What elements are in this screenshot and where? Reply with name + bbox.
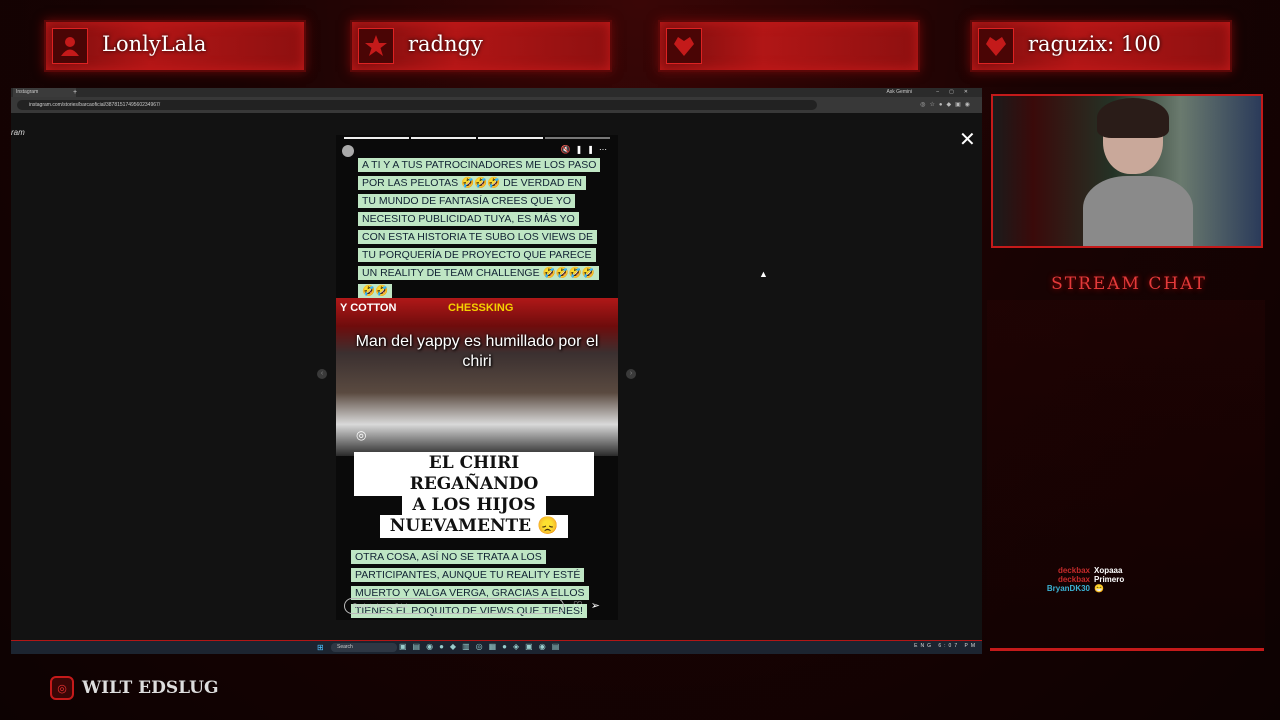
system-tray[interactable]: ENG 6:07 PM [914, 643, 978, 649]
story-progress [344, 137, 610, 139]
story-viewer[interactable]: 🔇❚❚⋯ A TI Y A TUS PATROCINADORES ME LOS … [336, 135, 618, 620]
chat-message: deckbax Primero [1057, 575, 1125, 584]
story-controls[interactable]: 🔇❚❚⋯ [561, 145, 612, 154]
clock: 6:07 PM [938, 643, 978, 649]
alert-name: radngy [408, 32, 483, 56]
chat-title: STREAM CHAT [1051, 274, 1207, 294]
chat-messages: deckbax Xopaaa deckbax Primero BryanDK30 😁 [1034, 566, 1124, 593]
progress-segment [545, 137, 610, 139]
taskbar-apps[interactable]: ▣▤◉●◆▥◎▦●◈▣◉▤ [399, 642, 565, 651]
reply-input[interactable]: Reply to barcaoficial... [344, 598, 564, 614]
photo-sign: Y COTTON [340, 302, 397, 314]
story-text-top: A TI Y A TUS PATROCINADORES ME LOS PASO … [358, 155, 601, 299]
alert-name: LonlyLala [102, 32, 207, 56]
photo-caption: Man del yappy es humillado por el chiri [355, 333, 599, 370]
story-photo: Y COTTON CHESSKING Man del yappy es humi… [336, 298, 618, 456]
chat-panel [987, 300, 1265, 648]
taskbar-search[interactable]: Search [331, 643, 397, 652]
browser-window: Instagram + Ask Gemini –▢✕ instagram.com… [11, 88, 982, 654]
chat-message: deckbax Xopaaa [1057, 566, 1123, 575]
alert-banner-1: LonlyLala [44, 20, 306, 72]
ask-gemini-button[interactable]: Ask Gemini [886, 88, 912, 97]
extension-icons[interactable]: ◎☆●◆▣◉ [920, 101, 974, 108]
photo-sign: CHESSKING [448, 302, 514, 314]
taskbar: ⊞ Search ▣▤◉●◆▥◎▦●◈▣◉▤ ENG 6:07 PM [11, 640, 982, 654]
brand: ◎ WILT EDSLUG [50, 676, 219, 700]
alert-banner-4: raguzix: 100 [970, 20, 1232, 72]
window-controls[interactable]: –▢✕ [936, 88, 978, 97]
instagram-icon: ◎ [356, 428, 367, 442]
story-actions[interactable]: ♡➢ [573, 599, 608, 612]
webcam-feed [991, 94, 1263, 248]
mouse-cursor-icon: ▲ [759, 269, 768, 279]
alert-banner-2: radngy [350, 20, 612, 72]
instagram-icon: ◎ [50, 676, 74, 700]
instagram-logo[interactable]: ram [11, 128, 25, 137]
progress-segment [411, 137, 476, 139]
alert-name: raguzix: 100 [1028, 32, 1161, 56]
heart-icon [666, 28, 702, 64]
star-icon [358, 28, 394, 64]
page-viewport: ram ✕ ▲ ‹ › 🔇❚❚⋯ A TI Y A TUS PATROCINAD… [11, 113, 982, 641]
user-icon [52, 28, 88, 64]
next-story-icon[interactable]: › [626, 369, 636, 379]
tab-bar: Instagram + Ask Gemini –▢✕ [11, 88, 982, 97]
avatar[interactable] [342, 145, 354, 157]
chat-message: BryanDK30 😁 [1046, 584, 1104, 593]
prev-story-icon[interactable]: ‹ [317, 369, 327, 379]
windows-start-icon[interactable]: ⊞ [317, 643, 324, 652]
browser-tab[interactable]: Instagram [13, 88, 76, 97]
progress-segment [478, 137, 543, 139]
address-bar: instagram.com/stories/barcaoficial/38781… [11, 97, 982, 113]
close-icon[interactable]: ✕ [959, 127, 976, 152]
progress-segment [344, 137, 409, 139]
story-headline: EL CHIRI REGAÑANDO A LOS HIJOS NUEVAMENT… [354, 452, 594, 538]
chat-divider [990, 648, 1264, 651]
new-tab-icon[interactable]: + [73, 88, 77, 97]
url-field[interactable]: instagram.com/stories/barcaoficial/38781… [17, 100, 817, 110]
alert-banner-3 [658, 20, 920, 72]
brand-name: WILT EDSLUG [82, 678, 219, 698]
heart-icon [978, 28, 1014, 64]
